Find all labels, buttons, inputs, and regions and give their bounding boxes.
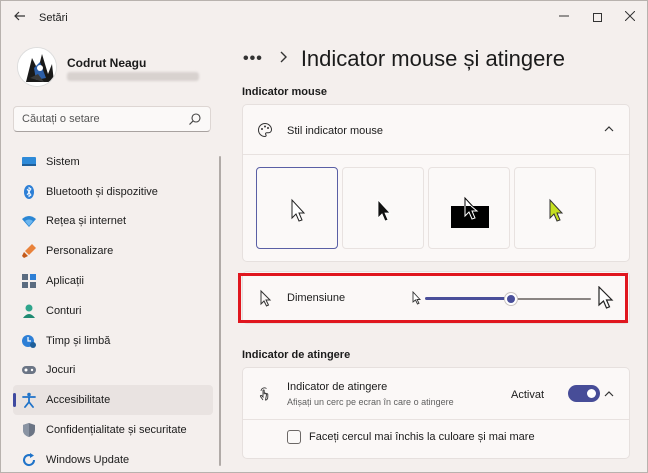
bluetooth-icon bbox=[21, 184, 37, 200]
sidebar-item-accessibility[interactable]: Accesibilitate bbox=[13, 385, 213, 416]
small-cursor-icon bbox=[412, 291, 422, 305]
mouse-style-label: Stil indicator mouse bbox=[287, 125, 383, 137]
large-cursor-icon bbox=[598, 286, 614, 309]
sidebar-item-label: Accesibilitate bbox=[46, 394, 111, 407]
sidebar-item-windows-update[interactable]: Windows Update bbox=[13, 445, 213, 472]
sidebar-item-system[interactable]: Sistem bbox=[13, 147, 213, 177]
sidebar-item-label: Aplicații bbox=[46, 275, 84, 288]
sidebar-item-label: Timp și limbă bbox=[46, 334, 111, 347]
update-icon bbox=[21, 452, 37, 468]
page-title: Indicator mouse și atingere bbox=[300, 46, 565, 71]
sidebar-item-label: Jocuri bbox=[46, 364, 76, 377]
sidebar-scrollbar[interactable] bbox=[219, 156, 221, 466]
close-button[interactable] bbox=[615, 6, 645, 28]
slider-thumb[interactable] bbox=[504, 292, 518, 306]
close-icon bbox=[624, 10, 636, 22]
breadcrumb: ••• Indicator mouse și atingere bbox=[243, 43, 565, 75]
touch-hand-icon bbox=[259, 387, 269, 401]
cursor-style-inverted-option[interactable] bbox=[428, 167, 510, 249]
sidebar-item-gaming[interactable]: Jocuri bbox=[13, 356, 213, 386]
touch-indicator-toggle[interactable] bbox=[568, 385, 600, 402]
minimize-icon bbox=[559, 15, 569, 17]
darker-larger-circle-checkbox[interactable] bbox=[287, 430, 301, 444]
cursor-style-black-option[interactable] bbox=[342, 167, 424, 249]
chevron-right-icon bbox=[279, 50, 289, 69]
section-heading-touch: Indicator de atingere bbox=[242, 349, 351, 361]
app-title: Setări bbox=[39, 12, 68, 24]
minimize-button[interactable] bbox=[549, 6, 579, 28]
custom-color-cursor-icon bbox=[549, 198, 564, 222]
pointer-size-slider[interactable] bbox=[411, 284, 617, 312]
person-icon bbox=[21, 303, 37, 319]
chevron-up-icon[interactable] bbox=[603, 388, 615, 400]
section-heading-mouse: Indicator mouse bbox=[242, 86, 327, 98]
cursor-style-white-option[interactable] bbox=[256, 167, 338, 249]
brush-icon bbox=[21, 243, 37, 259]
search-icon[interactable] bbox=[188, 112, 202, 126]
sidebar-item-network[interactable]: Rețea și internet bbox=[13, 207, 213, 237]
search-input[interactable] bbox=[22, 111, 182, 127]
touch-indicator-expander[interactable]: Indicator de atingere Afișați un cerc pe… bbox=[243, 368, 629, 420]
mouse-style-expander[interactable]: Stil indicator mouse bbox=[243, 105, 629, 155]
apps-icon bbox=[21, 273, 37, 289]
touch-indicator-subtitle: Afișați un cerc pe ecran în care o ating… bbox=[287, 397, 454, 407]
settings-window: Setări Codrut Neagu Căutați o setare Sis… bbox=[0, 0, 648, 473]
inverted-cursor-icon bbox=[451, 196, 489, 228]
slider-track-filled bbox=[425, 297, 511, 300]
sidebar-item-label: Rețea și internet bbox=[46, 215, 127, 228]
sidebar-item-label: Conturi bbox=[46, 304, 82, 317]
sidebar-item-label: Confidențialitate și securitate bbox=[46, 424, 187, 437]
avatar bbox=[17, 47, 57, 87]
sidebar-item-accounts[interactable]: Conturi bbox=[13, 296, 213, 326]
clock-globe-icon bbox=[21, 333, 37, 349]
pointer-size-label: Dimensiune bbox=[287, 292, 346, 304]
checkbox-label: Faceți cercul mai închis la culoare și m… bbox=[309, 431, 535, 443]
arrow-left-icon bbox=[14, 11, 25, 21]
breadcrumb-more-button[interactable]: ••• bbox=[243, 50, 263, 68]
shield-icon bbox=[21, 422, 37, 438]
search-box[interactable] bbox=[13, 106, 211, 132]
maximize-button[interactable] bbox=[582, 6, 612, 28]
sidebar-item-bluetooth[interactable]: Bluetooth și dispozitive bbox=[13, 177, 213, 207]
sidebar-item-time-language[interactable]: Timp și limbă bbox=[13, 326, 213, 356]
sidebar-nav: Sistem Bluetooth și dispozitive Rețea și… bbox=[13, 147, 213, 472]
user-email-blurred bbox=[67, 72, 199, 81]
black-cursor-icon bbox=[377, 198, 391, 222]
pointer-size-icon bbox=[260, 289, 272, 307]
touch-indicator-title: Indicator de atingere bbox=[287, 381, 388, 393]
sidebar-item-label: Sistem bbox=[46, 155, 80, 168]
maximize-icon bbox=[592, 13, 602, 23]
user-name: Codrut Neagu bbox=[67, 56, 147, 70]
chevron-up-icon[interactable] bbox=[603, 123, 615, 135]
gamepad-icon bbox=[21, 362, 37, 378]
sidebar-item-personalization[interactable]: Personalizare bbox=[13, 236, 213, 266]
accessibility-icon bbox=[21, 392, 37, 409]
sidebar-item-label: Windows Update bbox=[46, 453, 130, 466]
pointer-size-card: Dimensiune bbox=[242, 271, 630, 324]
wifi-icon bbox=[21, 213, 37, 229]
mouse-style-card: Stil indicator mouse bbox=[242, 104, 630, 262]
sidebar-item-privacy-security[interactable]: Confidențialitate și securitate bbox=[13, 415, 213, 445]
sidebar-item-label: Personalizare bbox=[46, 245, 114, 258]
sidebar-item-apps[interactable]: Aplicații bbox=[13, 266, 213, 296]
touch-indicator-card: Indicator de atingere Afișați un cerc pe… bbox=[242, 367, 630, 459]
toggle-state-label: Activat bbox=[511, 389, 545, 401]
back-button[interactable] bbox=[11, 9, 29, 27]
system-icon bbox=[21, 154, 37, 170]
title-bar: Setări bbox=[1, 1, 647, 35]
white-cursor-icon bbox=[291, 198, 306, 222]
sidebar-item-label: Bluetooth și dispozitive bbox=[46, 185, 158, 198]
cursor-style-custom-option[interactable] bbox=[514, 167, 596, 249]
palette-icon bbox=[258, 122, 273, 138]
slider-track-remaining bbox=[511, 298, 591, 300]
